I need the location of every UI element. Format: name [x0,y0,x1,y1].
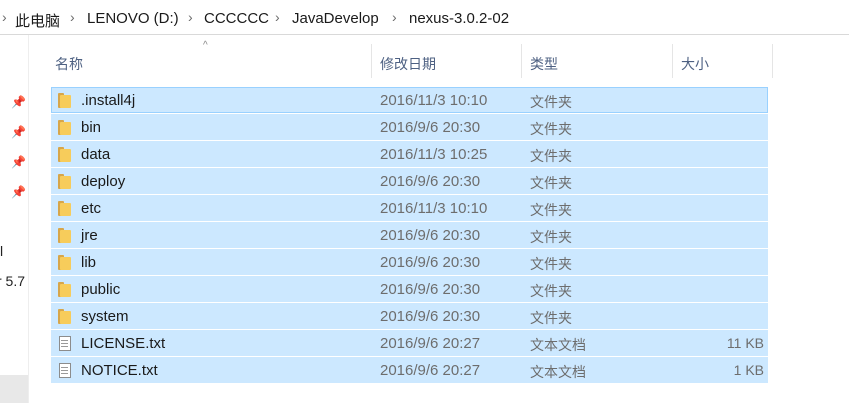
file-row[interactable]: jre 2016/9/6 20:30 文件夹 [51,222,768,248]
file-date: 2016/9/6 20:30 [380,281,481,298]
column-divider[interactable] [672,44,673,78]
file-row[interactable]: etc 2016/11/3 10:10 文件夹 [51,195,768,221]
breadcrumb-chevron-icon[interactable]: › [2,9,7,25]
folder-icon [58,201,72,216]
nav-item-selected[interactable] [0,375,28,403]
file-type: 文件夹 [530,94,572,110]
folder-icon [58,93,72,108]
file-date: 2016/9/6 20:30 [380,254,481,271]
folder-icon [58,309,72,324]
file-type: 文本文档 [530,364,586,380]
file-row[interactable]: deploy 2016/9/6 20:30 文件夹 [51,168,768,194]
file-row[interactable]: public 2016/9/6 20:30 文件夹 [51,276,768,302]
breadcrumb-item-javadevelop[interactable]: JavaDevelop [292,10,379,27]
file-row[interactable]: lib 2016/9/6 20:30 文件夹 [51,249,768,275]
pin-icon[interactable]: 📌 [11,155,26,169]
breadcrumb-chevron-icon[interactable]: › [392,9,397,25]
file-date: 2016/9/6 20:27 [380,335,481,352]
file-date: 2016/9/6 20:27 [380,362,481,379]
file-size: 1 KB [733,362,764,378]
file-row[interactable]: data 2016/11/3 10:25 文件夹 [51,141,768,167]
file-date: 2016/9/6 20:30 [380,119,481,136]
file-date: 2016/9/6 20:30 [380,308,481,325]
folder-icon [58,174,72,189]
file-type: 文本文档 [530,337,586,353]
column-header-date[interactable]: 修改日期 [380,54,436,74]
file-type: 文件夹 [530,310,572,326]
nav-item-partial[interactable]: r 5.7 [0,273,25,289]
file-name: data [81,146,111,163]
file-type: 文件夹 [530,175,572,191]
file-date: 2016/11/3 10:10 [380,92,488,109]
file-row[interactable]: bin 2016/9/6 20:30 文件夹 [51,114,768,140]
text-file-icon [58,363,72,378]
file-name: etc [81,200,102,217]
column-divider[interactable] [772,44,773,78]
file-type: 文件夹 [530,256,572,272]
file-date: 2016/9/6 20:30 [380,227,481,244]
breadcrumb-item-cccccc[interactable]: CCCCCC [204,10,269,27]
pin-icon[interactable]: 📌 [11,185,26,199]
breadcrumb-item-nexus[interactable]: nexus-3.0.2-02 [409,10,509,27]
folder-icon [58,147,72,162]
file-type: 文件夹 [530,283,572,299]
file-type: 文件夹 [530,121,572,137]
file-row[interactable]: .install4j 2016/11/3 10:10 文件夹 [51,87,768,113]
file-name: bin [81,119,102,136]
file-name: public [81,281,121,298]
file-name: system [81,308,129,325]
column-header-name[interactable]: 名称 [55,54,83,74]
file-name: lib [81,254,97,271]
folder-icon [58,255,72,270]
sort-ascending-icon: ^ [203,40,208,51]
file-name: deploy [81,173,126,190]
file-row[interactable]: system 2016/9/6 20:30 文件夹 [51,303,768,329]
file-name: .install4j [81,92,136,109]
breadcrumb-item-drive[interactable]: LENOVO (D:) [87,10,179,27]
file-date: 2016/11/3 10:25 [380,146,488,163]
column-header-size[interactable]: 大小 [681,54,709,74]
folder-icon [58,120,72,135]
breadcrumb-item-this-pc[interactable]: 此电脑 [15,10,60,31]
column-header-type[interactable]: 类型 [530,54,558,74]
file-size: 11 KB [726,335,764,351]
file-row[interactable]: NOTICE.txt 2016/9/6 20:27 文本文档 1 KB [51,357,768,383]
column-divider[interactable] [371,44,372,78]
text-file-icon [58,336,72,351]
file-type: 文件夹 [530,148,572,164]
nav-item-partial[interactable]: l [0,243,3,259]
pin-icon[interactable]: 📌 [11,125,26,139]
folder-icon [58,228,72,243]
file-type: 文件夹 [530,229,572,245]
address-bar[interactable]: › 此电脑 › LENOVO (D:) › CCCCCC › JavaDevel… [0,0,849,35]
folder-icon [58,282,72,297]
breadcrumb-chevron-icon[interactable]: › [70,9,75,25]
file-name: NOTICE.txt [81,362,158,379]
pin-icon[interactable]: 📌 [11,95,26,109]
breadcrumb-chevron-icon[interactable]: › [275,9,280,25]
file-name: jre [81,227,98,244]
file-date: 2016/11/3 10:10 [380,200,488,217]
file-type: 文件夹 [530,202,572,218]
column-divider[interactable] [521,44,522,78]
breadcrumb-chevron-icon[interactable]: › [188,9,193,25]
navigation-pane[interactable]: 📌 📌 📌 📌 l r 5.7 [0,35,29,403]
file-row[interactable]: LICENSE.txt 2016/9/6 20:27 文本文档 11 KB [51,330,768,356]
file-date: 2016/9/6 20:30 [380,173,481,190]
file-name: LICENSE.txt [81,335,166,352]
